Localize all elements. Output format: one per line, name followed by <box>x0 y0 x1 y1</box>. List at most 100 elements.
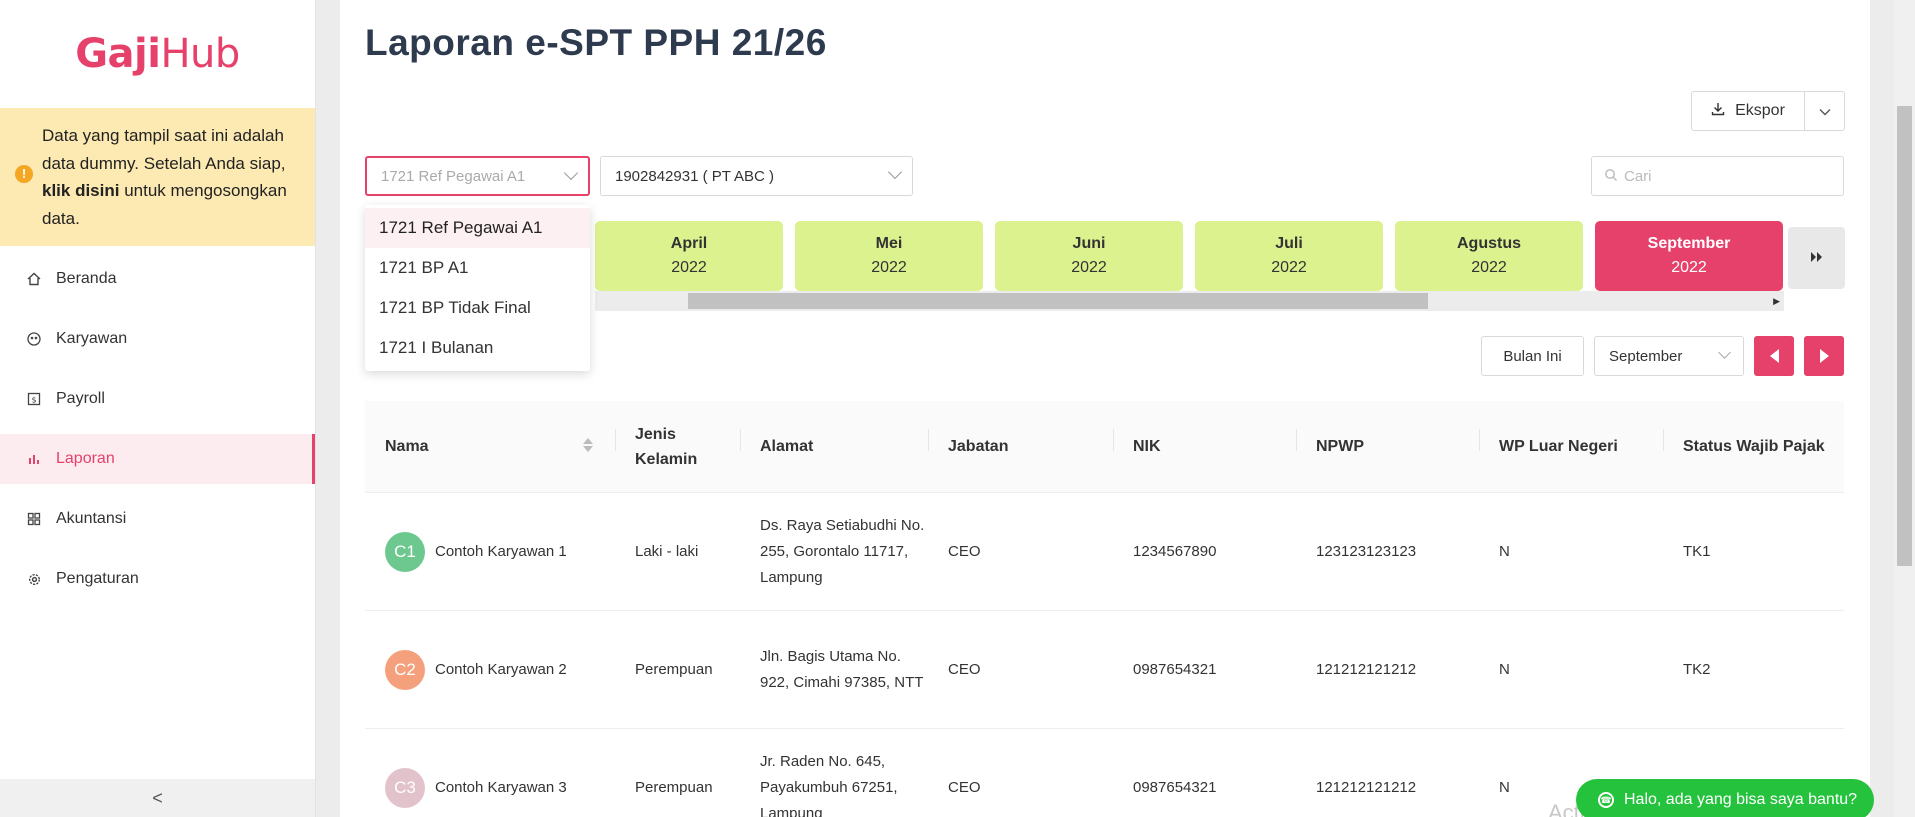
sidebar-menu: Beranda Karyawan $ Payroll Laporan Akunt… <box>0 254 315 604</box>
search-input[interactable]: Cari <box>1591 156 1844 196</box>
page-vertical-scrollbar[interactable] <box>1894 0 1915 817</box>
chevron-left-icon: < <box>152 787 163 808</box>
sidebar-item-laporan[interactable]: Laporan <box>0 434 315 484</box>
month-year: 2022 <box>871 259 907 276</box>
sidebar-item-label: Pengaturan <box>56 570 139 587</box>
month-name: Agustus <box>1457 235 1521 252</box>
nik-cell: 1234567890 <box>1133 542 1217 560</box>
dropdown-option[interactable]: 1721 Ref Pegawai A1 <box>365 208 590 248</box>
wp-foreign-cell: N <box>1499 660 1510 678</box>
month-tab-april[interactable]: April 2022 <box>595 221 783 291</box>
month-year: 2022 <box>1271 259 1307 276</box>
sidebar-item-beranda[interactable]: Beranda <box>0 254 315 304</box>
month-tab-juli[interactable]: Juli 2022 <box>1195 221 1383 291</box>
chevron-down-icon <box>887 164 903 180</box>
whatsapp-icon: ☎ <box>1598 792 1614 808</box>
report-type-value: 1721 Ref Pegawai A1 <box>381 167 526 185</box>
avatar: C2 <box>385 649 425 690</box>
dropdown-option[interactable]: 1721 BP A1 <box>365 248 590 288</box>
clear-data-link[interactable]: klik disini <box>42 181 119 200</box>
scroll-right-arrow-icon[interactable]: ▶ <box>1773 296 1780 307</box>
address-cell: Jr. Raden No. 645, Payakumbuh 67251, Lam… <box>760 752 898 817</box>
this-month-button[interactable]: Bulan Ini <box>1481 336 1584 376</box>
export-label: Ekspor <box>1735 102 1785 119</box>
chat-help-button[interactable]: ☎ Halo, ada yang bisa saya bantu? <box>1576 779 1874 817</box>
position-cell: CEO <box>948 778 981 796</box>
sidebar-collapse-button[interactable]: < <box>0 779 315 817</box>
export-button[interactable]: Ekspor <box>1691 91 1805 131</box>
dropdown-option[interactable]: 1721 BP Tidak Final <box>365 288 590 328</box>
month-tab-agustus[interactable]: Agustus 2022 <box>1395 221 1583 291</box>
month-tab-mei[interactable]: Mei 2022 <box>795 221 983 291</box>
chevron-down-icon <box>1718 346 1731 359</box>
month-tab-september[interactable]: September 2022 <box>1595 221 1783 291</box>
next-month-button[interactable] <box>1804 336 1844 376</box>
previous-month-button[interactable] <box>1754 336 1794 376</box>
months-scroll-end-button[interactable] <box>1788 227 1845 289</box>
sidebar-item-label: Payroll <box>56 390 105 407</box>
npwp-cell: 121212121212 <box>1316 660 1417 678</box>
gajihub-logo[interactable]: Gaji Hub <box>0 0 315 108</box>
month-tabs: April 2022 Mei 2022 Juni 2022 Juli 2022 Agus… <box>595 221 1795 291</box>
npwp-cell: 121212121212 <box>1316 778 1417 796</box>
main-content: Laporan e-SPT PPH 21/26 Ekspor 1721 Ref … <box>340 0 1870 817</box>
home-icon <box>26 271 42 287</box>
column-header-npwp: NPWP <box>1296 401 1479 492</box>
sidebar: Gaji Hub ! Data yang tampil saat ini adal… <box>0 0 316 817</box>
company-select[interactable]: 1902842931 ( PT ABC ) <box>600 156 913 196</box>
month-name: Juni <box>1072 235 1106 252</box>
employee-name: Contoh Karyawan 1 <box>435 542 567 560</box>
sort-icon[interactable] <box>583 438 593 452</box>
column-header-nama[interactable]: Nama <box>365 401 615 492</box>
avatar: C1 <box>385 531 425 572</box>
months-horizontal-scrollbar[interactable]: ▶ <box>595 291 1784 311</box>
header-label: NIK <box>1133 438 1161 455</box>
tax-status-cell: TK2 <box>1683 660 1711 678</box>
gear-icon <box>26 571 42 587</box>
table-header: Nama Jenis Kelamin Alamat Jabatan NIK NP… <box>365 401 1844 493</box>
chevron-down-icon <box>563 165 579 181</box>
month-select-value: September <box>1609 347 1683 365</box>
report-type-select[interactable]: 1721 Ref Pegawai A1 <box>365 156 590 196</box>
month-name: April <box>670 235 708 252</box>
column-header-jabatan: Jabatan <box>928 401 1113 492</box>
payroll-icon: $ <box>26 391 42 407</box>
scrollbar-thumb[interactable] <box>1897 106 1912 566</box>
dropdown-option[interactable]: 1721 I Bulanan <box>365 328 590 368</box>
export-dropdown-toggle[interactable] <box>1805 91 1845 131</box>
header-label: Nama <box>385 438 429 455</box>
sidebar-item-label: Laporan <box>56 450 115 467</box>
header-label: Jenis Kelamin <box>635 425 698 468</box>
download-icon <box>1711 102 1725 120</box>
grid-icon <box>26 511 42 527</box>
caret-right-icon <box>1819 349 1829 363</box>
gender-cell: Perempuan <box>635 660 713 678</box>
sidebar-item-label: Beranda <box>56 270 117 287</box>
sidebar-item-payroll[interactable]: $ Payroll <box>0 374 315 424</box>
month-select[interactable]: September <box>1594 336 1744 376</box>
scrollbar-thumb[interactable] <box>688 293 1428 309</box>
sidebar-item-akuntansi[interactable]: Akuntansi <box>0 494 315 544</box>
table-row[interactable]: C1 Contoh Karyawan 1 Laki - laki Ds. Ray… <box>365 493 1844 611</box>
chevron-down-icon <box>1819 104 1831 119</box>
address-cell: Ds. Raya Setiabudhi No. 255, Gorontalo 1… <box>760 516 925 586</box>
month-name: Mei <box>875 235 903 252</box>
sidebar-item-pengaturan[interactable]: Pengaturan <box>0 554 315 604</box>
sidebar-item-karyawan[interactable]: Karyawan <box>0 314 315 364</box>
export-button-group: Ekspor <box>1691 91 1845 131</box>
this-month-label: Bulan Ini <box>1503 347 1562 365</box>
column-header-jenis-kelamin: Jenis Kelamin <box>615 401 740 492</box>
table-row[interactable]: C2 Contoh Karyawan 2 Perempuan Jln. Bagi… <box>365 611 1844 729</box>
column-header-nik: NIK <box>1113 401 1296 492</box>
logo-text-light: Hub <box>160 31 240 77</box>
employee-table: Nama Jenis Kelamin Alamat Jabatan NIK NP… <box>365 401 1844 817</box>
name-cell: C1 Contoh Karyawan 1 <box>365 531 615 572</box>
employee-name: Contoh Karyawan 3 <box>435 778 567 796</box>
search-placeholder: Cari <box>1624 167 1652 185</box>
month-tab-juni[interactable]: Juni 2022 <box>995 221 1183 291</box>
tax-status-cell: TK1 <box>1683 542 1711 560</box>
nik-cell: 0987654321 <box>1133 778 1217 796</box>
header-label: Alamat <box>760 438 814 455</box>
header-label: WP Luar Negeri <box>1499 438 1618 455</box>
employee-name: Contoh Karyawan 2 <box>435 660 567 678</box>
